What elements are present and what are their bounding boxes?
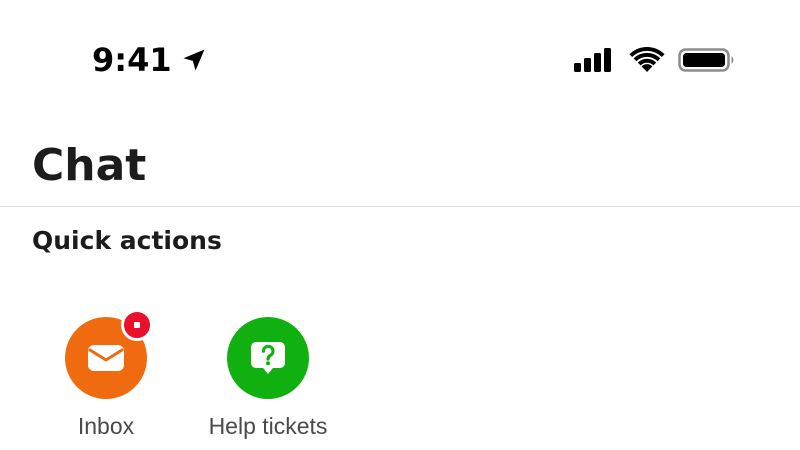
envelope-icon <box>86 342 126 374</box>
wifi-icon <box>628 46 666 74</box>
battery-icon <box>678 46 736 74</box>
inbox-button[interactable]: Inbox <box>26 300 186 441</box>
quick-actions-row: Inbox Help tickets <box>0 300 800 450</box>
inbox-label: Inbox <box>77 413 135 439</box>
page-title: Chat <box>32 140 147 191</box>
help-tickets-icon-circle[interactable] <box>227 317 309 399</box>
status-time: 9:41 <box>92 41 172 79</box>
location-arrow-icon <box>180 46 208 74</box>
header-divider <box>0 206 800 207</box>
inbox-icon-circle[interactable] <box>65 309 153 399</box>
status-bar: 9:41 <box>0 0 800 120</box>
cellular-signal-icon <box>572 46 616 74</box>
help-tickets-button[interactable]: Help tickets <box>188 300 348 441</box>
notification-badge <box>121 309 153 341</box>
status-icons <box>572 46 736 74</box>
notification-badge-mark <box>134 322 140 328</box>
help-tickets-label: Help tickets <box>208 413 328 439</box>
quick-actions-title: Quick actions <box>32 226 222 255</box>
status-time-group: 9:41 <box>92 38 208 82</box>
question-bubble-icon <box>248 338 288 378</box>
